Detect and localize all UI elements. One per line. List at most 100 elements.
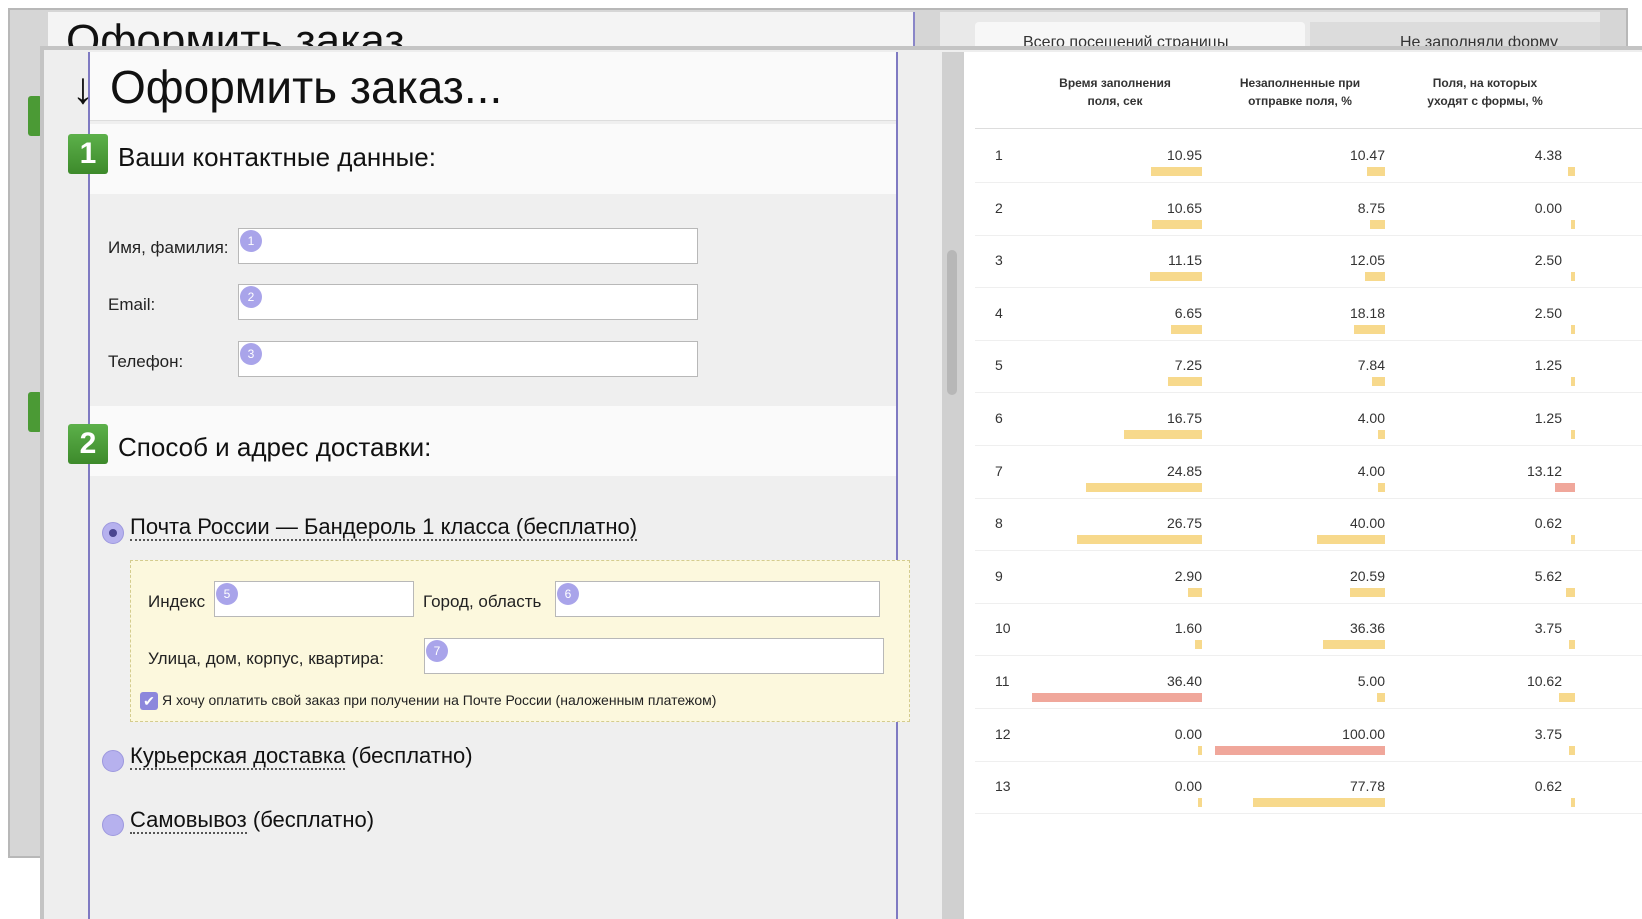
empty-fields-bar xyxy=(1378,430,1385,439)
table-row: 9 2.90 20.59 5.62 xyxy=(975,552,1642,604)
empty-fields-value: 7.84 xyxy=(1357,357,1385,374)
radio-post-russia[interactable] xyxy=(102,522,124,544)
fill-time-value: 0.00 xyxy=(1174,778,1202,795)
fill-time-value: 36.40 xyxy=(1166,673,1202,689)
row-number: 8 xyxy=(995,515,1003,532)
field-number-badge: 5 xyxy=(216,583,238,605)
empty-fields-value: 77.78 xyxy=(1349,778,1385,795)
phone-input[interactable] xyxy=(238,341,698,377)
col-header-exit-fields: Поля, на которых уходят с формы, % xyxy=(1405,74,1565,110)
table-row: 2 10.65 8.75 0.00 xyxy=(975,184,1642,236)
table-row: 8 26.75 40.00 0.62 xyxy=(975,499,1642,552)
arrow-down-icon: ↓ xyxy=(72,64,94,113)
exit-fields-bar xyxy=(1555,482,1575,492)
table-row: 12 0.00 100.00 3.75 xyxy=(975,710,1642,762)
exit-fields-value: 4.38 xyxy=(1534,147,1562,163)
exit-fields-value: 10.62 xyxy=(1526,673,1562,689)
empty-fields-value: 5.00 xyxy=(1357,673,1385,689)
pickup-label[interactable]: Самовывоз (бесплатно) xyxy=(130,807,374,834)
post-russia-label-text: Почта России — Бандероль 1 класса (беспл… xyxy=(130,514,638,541)
fill-time-value: 1.60 xyxy=(1174,620,1202,637)
radio-courier[interactable] xyxy=(102,750,124,772)
table-row: 5 7.25 7.84 1.25 xyxy=(975,341,1642,394)
exit-fields-bar xyxy=(1571,324,1575,334)
exit-fields-bar xyxy=(1569,745,1575,755)
exit-fields-bar xyxy=(1566,587,1575,597)
scrollbar[interactable] xyxy=(942,52,962,919)
fill-time-value: 10.65 xyxy=(1166,199,1202,216)
fill-time-bar xyxy=(1170,324,1202,334)
empty-fields-value: 4.00 xyxy=(1357,410,1385,426)
table-row: 4 6.65 18.18 2.50 xyxy=(975,289,1642,341)
exit-fields-value: 0.00 xyxy=(1534,199,1562,216)
empty-fields-value: 8.75 xyxy=(1357,199,1385,216)
exit-fields-value: 13.12 xyxy=(1526,462,1562,479)
fill-time-value: 7.25 xyxy=(1174,357,1202,374)
fill-time-bar xyxy=(1077,535,1202,545)
street-input[interactable] xyxy=(424,638,884,674)
street-label: Улица, дом, корпус, квартира: xyxy=(148,649,384,668)
courier-label-suffix: (бесплатно) xyxy=(345,743,473,768)
exit-fields-value: 3.75 xyxy=(1534,725,1562,742)
post-russia-label[interactable]: Почта России — Бандероль 1 класса (беспл… xyxy=(130,514,638,541)
empty-fields-bar xyxy=(1317,535,1385,545)
email-label: Email: xyxy=(108,295,156,314)
row-number: 1 xyxy=(995,147,1003,163)
empty-fields-bar xyxy=(1215,745,1385,755)
empty-fields-bar xyxy=(1354,324,1385,334)
field-number-badge: 1 xyxy=(240,230,262,252)
row-number: 6 xyxy=(995,410,1003,426)
col-header-empty-fields-text: Незаполненные при отправке поля, % xyxy=(1239,76,1361,108)
name-label: Имя, фамилия: xyxy=(108,238,229,257)
fill-time-bar xyxy=(1152,219,1202,229)
exit-fields-bar xyxy=(1571,430,1575,439)
fill-time-value: 16.75 xyxy=(1166,410,1202,426)
exit-fields-value: 3.75 xyxy=(1534,620,1562,637)
field-number-badge: 2 xyxy=(240,286,262,308)
city-input[interactable] xyxy=(555,581,880,617)
index-input[interactable] xyxy=(214,581,414,617)
courier-label[interactable]: Курьерская доставка (бесплатно) xyxy=(130,743,473,770)
fill-time-bar xyxy=(1198,798,1202,808)
empty-fields-value: 20.59 xyxy=(1349,567,1385,584)
table-row: 3 11.15 12.05 2.50 xyxy=(975,236,1642,289)
header-divider xyxy=(975,128,1642,129)
empty-fields-bar xyxy=(1364,272,1385,282)
fill-time-value: 10.95 xyxy=(1166,147,1202,163)
scrollbar-thumb[interactable] xyxy=(947,250,957,395)
col-header-exit-fields-text: Поля, на которых уходят с формы, % xyxy=(1427,76,1543,108)
empty-fields-bar xyxy=(1378,482,1385,492)
fill-time-bar xyxy=(1194,640,1202,650)
field-number-badge: 7 xyxy=(426,640,448,662)
row-number: 10 xyxy=(995,620,1011,637)
exit-fields-value: 5.62 xyxy=(1534,567,1562,584)
table-row: 10 1.60 36.36 3.75 xyxy=(975,604,1642,657)
cod-checkbox[interactable]: ✔ xyxy=(140,692,158,710)
exit-fields-bar xyxy=(1568,167,1575,176)
col-header-fill-time: Время заполнения поля, сек xyxy=(1040,74,1190,110)
exit-fields-bar xyxy=(1571,535,1575,545)
radio-pickup[interactable] xyxy=(102,814,124,836)
step-badge-1: 1 xyxy=(68,134,108,174)
table-row: 13 0.00 77.78 0.62 xyxy=(975,762,1642,815)
fill-time-value: 24.85 xyxy=(1166,462,1202,479)
exit-fields-value: 0.62 xyxy=(1534,778,1562,795)
cod-checkbox-label: Я хочу оплатить свой заказ при получении… xyxy=(162,692,717,708)
exit-fields-value: 2.50 xyxy=(1534,304,1562,321)
fill-time-value: 6.65 xyxy=(1174,304,1202,321)
fill-time-bar xyxy=(1198,745,1202,755)
fill-time-value: 11.15 xyxy=(1168,252,1202,269)
index-label: Индекс xyxy=(148,592,206,611)
page-title: Оформить заказ... xyxy=(110,61,503,113)
row-number: 5 xyxy=(995,357,1003,374)
fill-time-value: 26.75 xyxy=(1166,515,1202,532)
empty-fields-bar xyxy=(1349,587,1385,597)
fill-time-bar xyxy=(1188,587,1202,597)
fill-time-bar xyxy=(1032,693,1202,702)
empty-fields-bar xyxy=(1370,219,1385,229)
row-number: 11 xyxy=(995,673,1010,689)
name-input[interactable] xyxy=(238,228,698,264)
table-row: 7 24.85 4.00 13.12 xyxy=(975,447,1642,499)
email-input[interactable] xyxy=(238,284,698,320)
exit-fields-bar xyxy=(1569,640,1575,650)
